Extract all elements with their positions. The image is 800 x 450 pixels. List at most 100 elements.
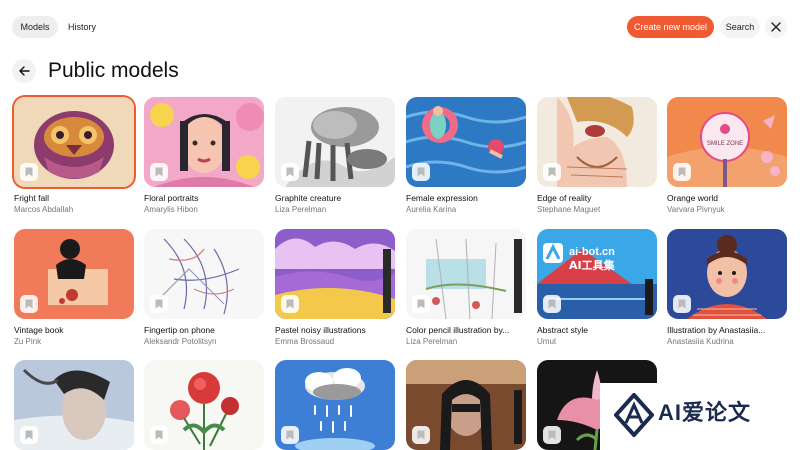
model-card[interactable] (406, 360, 526, 450)
model-thumbnail[interactable] (144, 360, 264, 450)
watermark: AI爱论文 (600, 383, 800, 450)
model-name: Pastel noisy illustrations (275, 325, 366, 335)
model-card[interactable] (275, 360, 395, 450)
bookmark-icon (678, 167, 686, 177)
model-author: Amarylis Hibon (144, 205, 198, 214)
model-name: Fright fall (14, 193, 49, 203)
bookmark-icon (417, 430, 425, 440)
bookmark-button[interactable] (150, 163, 168, 181)
bookmark-button[interactable] (281, 295, 299, 313)
bookmark-icon (155, 430, 163, 440)
bookmark-button[interactable] (281, 426, 299, 444)
model-card[interactable]: SMILE ZONE Orange world Varvara Pivnyuk (667, 97, 787, 215)
model-thumbnail[interactable]: ai-bot.cn AI工具集 (537, 229, 657, 319)
bookmark-icon (417, 299, 425, 309)
model-name: Vintage book (14, 325, 64, 335)
model-thumbnail[interactable] (406, 360, 526, 450)
bookmark-icon (417, 167, 425, 177)
bookmark-button[interactable] (281, 163, 299, 181)
model-thumbnail[interactable] (275, 229, 395, 319)
create-new-model-button[interactable]: Create new model (627, 16, 714, 38)
model-thumbnail[interactable] (144, 97, 264, 187)
watermark-text: AI爱论文 (658, 400, 752, 425)
page-title: Public models (48, 59, 179, 82)
bookmark-icon (548, 430, 556, 440)
back-button[interactable] (12, 59, 36, 83)
model-thumbnail[interactable] (14, 360, 134, 450)
model-card[interactable]: Pastel noisy illustrations Emma Brossaud (275, 229, 395, 347)
model-name: Edge of reality (537, 193, 592, 203)
model-thumbnail[interactable] (14, 229, 134, 319)
tab-history[interactable]: History (60, 16, 104, 38)
model-author: Stephane Maguet (537, 205, 601, 214)
bookmark-button[interactable] (543, 163, 561, 181)
bookmark-icon (25, 167, 33, 177)
model-author: Zu Pink (14, 337, 42, 346)
bookmark-icon (286, 430, 294, 440)
model-card[interactable]: Color pencil illustration by... Liza Pere… (406, 229, 526, 347)
model-name: Color pencil illustration by... (406, 325, 510, 335)
bookmark-icon (155, 167, 163, 177)
model-thumbnail[interactable] (406, 97, 526, 187)
model-card[interactable]: Floral portraits Amarylis Hibon (144, 97, 264, 215)
model-thumbnail[interactable] (667, 229, 787, 319)
model-card[interactable]: Edge of reality Stephane Maguet (537, 97, 657, 215)
bookmark-icon (678, 299, 686, 309)
bookmark-icon (25, 430, 33, 440)
model-name: Fingertip on phone (144, 325, 215, 335)
model-thumbnail[interactable]: SMILE ZONE (667, 97, 787, 187)
bookmark-button[interactable] (412, 163, 430, 181)
bookmark-button[interactable] (673, 295, 691, 313)
bookmark-button[interactable] (543, 295, 561, 313)
model-thumbnail[interactable] (14, 97, 134, 187)
bookmark-button[interactable] (20, 295, 38, 313)
model-author: Aleksandr Potolitsyn (144, 337, 217, 346)
model-author: Aurelia Karina (406, 205, 457, 214)
model-author: Emma Brossaud (275, 337, 335, 346)
bookmark-icon (548, 167, 556, 177)
model-card[interactable]: Fingertip on phone Aleksandr Potolitsyn (144, 229, 264, 347)
card-overlay-text-2: AI工具集 (569, 258, 616, 272)
bookmark-button[interactable] (412, 295, 430, 313)
bookmark-button[interactable] (412, 426, 430, 444)
model-name: Abstract style (537, 325, 589, 335)
watermark-logo-icon (614, 393, 654, 437)
close-icon (771, 22, 781, 32)
card-overlay-text: ai-bot.cn (569, 246, 615, 258)
bookmark-button[interactable] (150, 426, 168, 444)
bookmark-button[interactable] (543, 426, 561, 444)
bookmark-button[interactable] (673, 163, 691, 181)
bookmark-icon (155, 299, 163, 309)
bookmark-icon (548, 299, 556, 309)
bookmark-icon (286, 167, 294, 177)
bookmark-button[interactable] (20, 163, 38, 181)
model-card[interactable]: Illustration by Anastasiia... Anastasiia … (667, 229, 787, 347)
model-author: Anastasiia Kudrina (667, 337, 734, 346)
model-card[interactable]: Fright fall Marcos Abdallah (14, 97, 134, 215)
model-thumbnail[interactable] (406, 229, 526, 319)
model-name: Illustration by Anastasiia... (667, 325, 766, 335)
arrow-left-icon (19, 66, 30, 76)
model-card[interactable] (144, 360, 264, 450)
search-button[interactable]: Search (720, 16, 760, 38)
model-card[interactable]: Graphite creature Liza Perelman (275, 97, 395, 215)
model-card[interactable] (14, 360, 134, 450)
model-author: Liza Perelman (275, 205, 327, 214)
model-card[interactable]: Vintage book Zu Pink (14, 229, 134, 347)
model-author: Liza Perelman (406, 337, 458, 346)
close-button[interactable] (765, 16, 787, 38)
model-thumbnail[interactable] (144, 229, 264, 319)
model-name: Orange world (667, 193, 719, 203)
model-name: Female expression (406, 193, 478, 203)
model-author: Umut (537, 337, 557, 346)
model-author: Marcos Abdallah (14, 205, 74, 214)
model-thumbnail[interactable] (275, 97, 395, 187)
bookmark-button[interactable] (150, 295, 168, 313)
model-thumbnail[interactable] (275, 360, 395, 450)
model-card[interactable]: Female expression Aurelia Karina (406, 97, 526, 215)
model-thumbnail[interactable] (537, 97, 657, 187)
bookmark-button[interactable] (20, 426, 38, 444)
model-name: Floral portraits (144, 193, 199, 203)
model-card[interactable]: ai-bot.cn AI工具集 Abstract style Umut (537, 229, 657, 347)
tab-models[interactable]: Models (12, 16, 58, 38)
